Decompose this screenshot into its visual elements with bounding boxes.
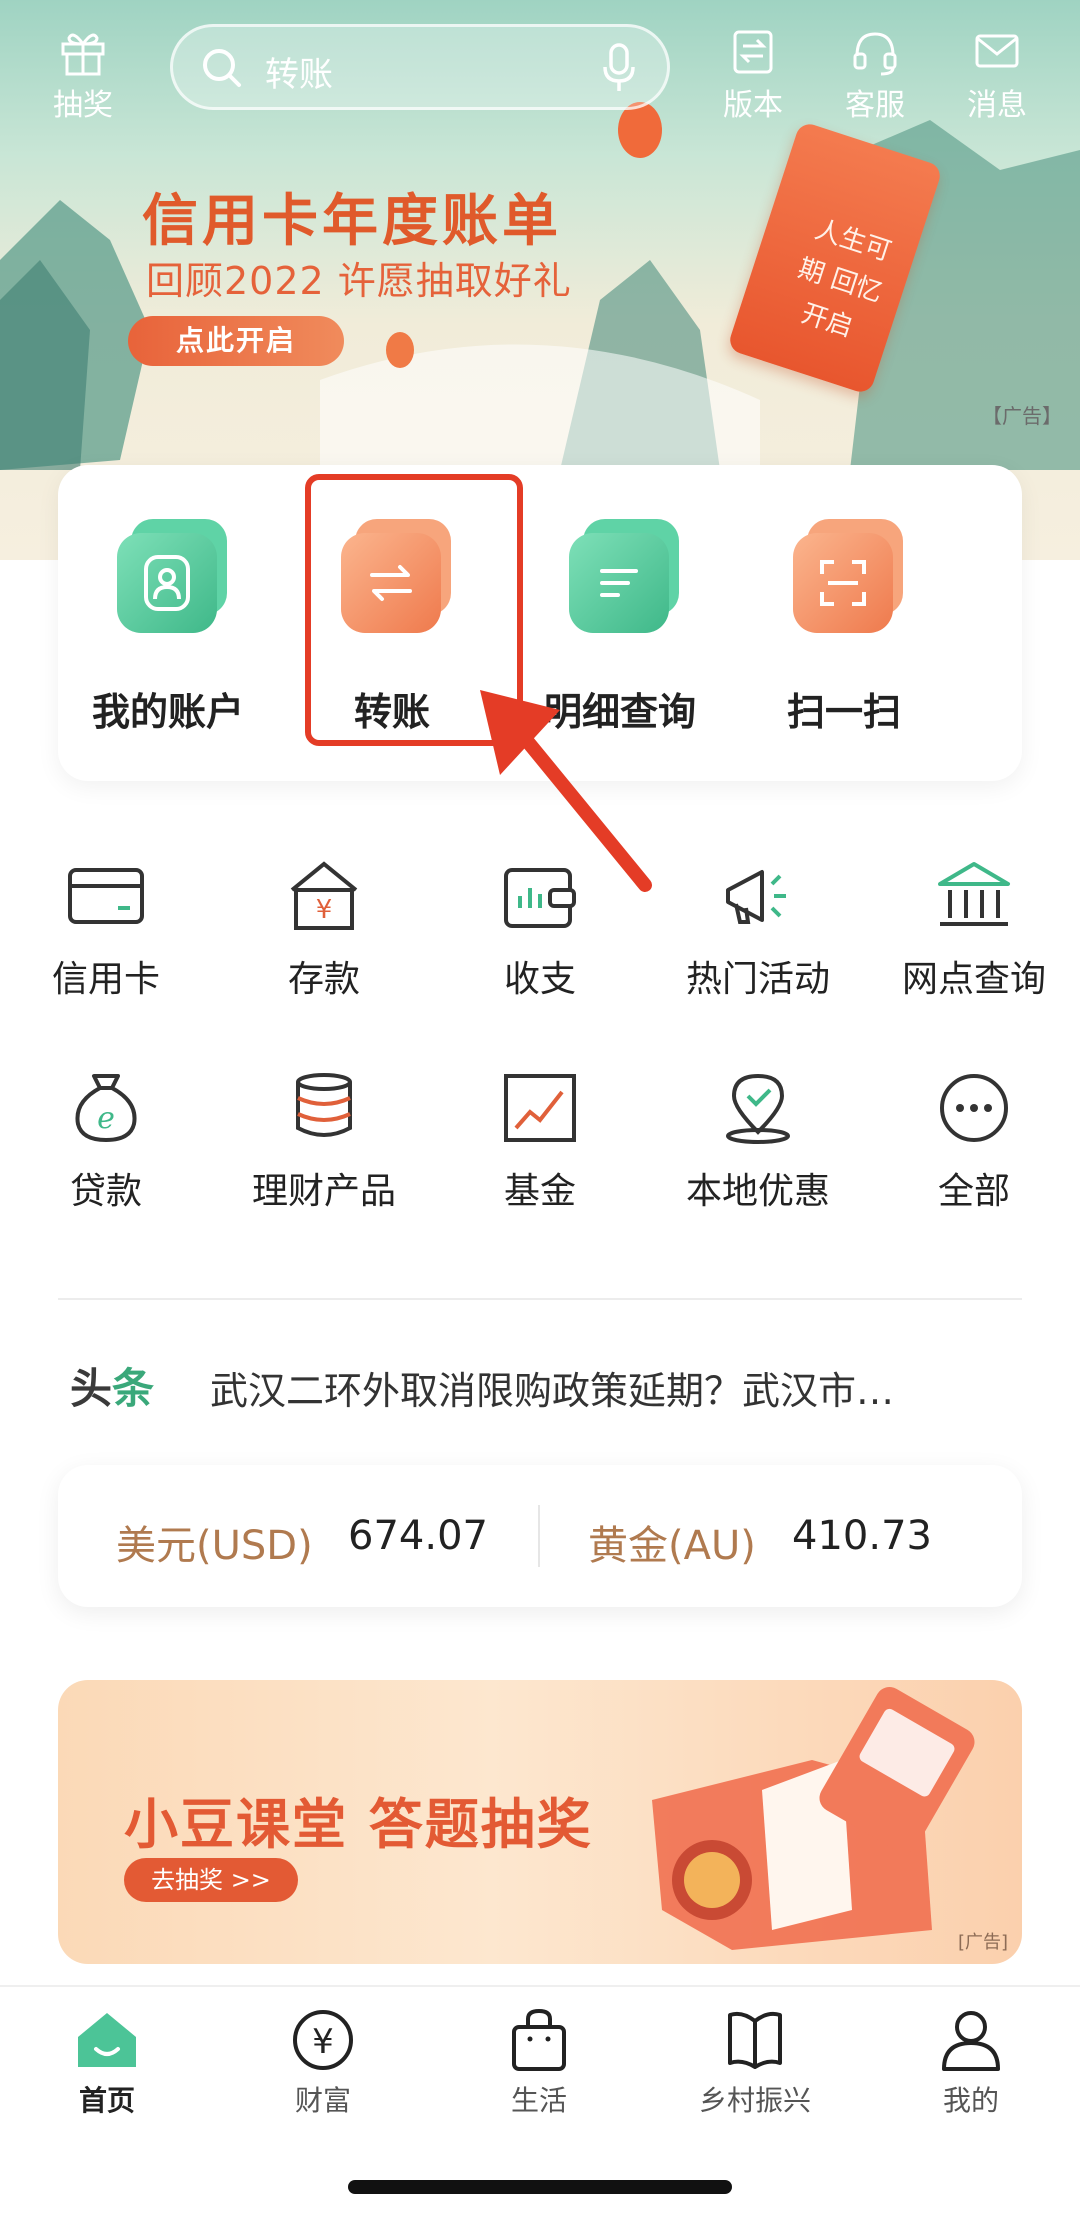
quick-item-scan[interactable]: 扫一扫: [744, 513, 944, 736]
book-icon: [728, 2011, 782, 2069]
banner-title: 信用卡年度账单: [142, 189, 562, 254]
quiz-banner-ad-tag: [广告]: [957, 1932, 1008, 1953]
exchange-rate-card[interactable]: 美元(USD) 674.07 黄金(AU) 410.73: [58, 1465, 1022, 1607]
quick-label-my-account: 我的账户: [91, 690, 244, 734]
service-credit-card[interactable]: 信用卡: [6, 860, 206, 1002]
headline-news-link[interactable]: 武汉二环外取消限购政策延期？武汉市…: [210, 1360, 894, 1415]
bank-icon: [938, 862, 1010, 926]
nav-item-rural-revitalization[interactable]: 乡村振兴: [665, 2009, 845, 2119]
gold-value: 410.73: [792, 1513, 932, 1559]
deposit-icon: ¥: [290, 861, 358, 930]
version-label: 版本: [723, 88, 783, 123]
service-label: 网点查询: [901, 959, 1046, 1000]
banner-subtitle: 回顾2022 许愿抽取好礼: [146, 259, 572, 303]
megaphone-icon: [726, 870, 786, 924]
lottery-button[interactable]: 抽奖: [38, 26, 128, 124]
quiz-lottery-banner[interactable]: 小豆课堂 答题抽奖 去抽奖 >> [广告]: [58, 1680, 1022, 1964]
service-label: 贷款: [69, 1171, 142, 1212]
service-income-expense[interactable]: 收支: [440, 860, 640, 1002]
service-local-offers[interactable]: 本地优惠: [658, 1072, 858, 1214]
nav-label-life: 生活: [510, 2084, 567, 2117]
headline-tag: 头条: [70, 1355, 154, 1416]
quick-item-my-account[interactable]: 我的账户: [68, 513, 268, 736]
search-icon: [203, 49, 241, 87]
service-deposit[interactable]: ¥ 存款: [224, 860, 424, 1002]
more-icon: [940, 1074, 1008, 1142]
quiz-banner-title: 小豆课堂 答题抽奖: [124, 1793, 593, 1856]
nav-item-home[interactable]: 首页: [17, 2009, 197, 2119]
service-label: 收支: [503, 959, 576, 1000]
list-icon: [555, 513, 685, 643]
go-lottery-button[interactable]: 去抽奖 >>: [124, 1858, 298, 1902]
location-icon: [726, 1073, 790, 1144]
banner-open-button[interactable]: 点此开启: [128, 316, 344, 366]
section-divider: [58, 1298, 1022, 1300]
message-button[interactable]: 消息: [952, 26, 1042, 124]
service-label: 全部: [937, 1171, 1010, 1212]
service-label: 存款: [287, 959, 360, 1000]
service-label: 本地优惠: [685, 1171, 830, 1212]
nav-item-wealth[interactable]: ¥ 财富: [233, 2009, 413, 2119]
service-label: 热门活动: [685, 959, 830, 1000]
top-bar: 抽奖 转账 版本 客服 消息: [0, 18, 1080, 128]
yen-icon: ¥: [293, 2010, 353, 2070]
service-all[interactable]: 全部: [874, 1072, 1074, 1214]
service-label: 基金: [503, 1171, 576, 1212]
home-indicator[interactable]: [348, 2180, 732, 2194]
credit-card-icon: [68, 868, 144, 924]
shopping-bag-icon: [512, 2009, 566, 2071]
service-wealth-products[interactable]: 理财产品: [224, 1072, 424, 1214]
svg-text:e: e: [97, 1101, 115, 1136]
search-bar[interactable]: 转账: [170, 24, 670, 110]
nav-label-wealth: 财富: [294, 2084, 351, 2117]
nav-item-mine[interactable]: 我的: [881, 2009, 1061, 2119]
rate-divider: [538, 1505, 540, 1567]
fund-chart-icon: [504, 1074, 576, 1142]
service-label: 信用卡: [51, 959, 160, 1000]
gift-icon: [61, 33, 105, 76]
lottery-label: 抽奖: [53, 88, 113, 123]
customer-service-button[interactable]: 客服: [830, 26, 920, 124]
headset-icon: [853, 32, 897, 76]
microphone-icon[interactable]: [599, 41, 639, 95]
coin-stack-icon: [296, 1073, 352, 1137]
wallet-icon: [504, 868, 576, 928]
user-icon: [103, 513, 233, 643]
service-branch-query[interactable]: 网点查询: [874, 860, 1074, 1002]
nav-label-home: 首页: [78, 2084, 135, 2117]
service-fund[interactable]: 基金: [440, 1072, 640, 1214]
nav-label-rural: 乡村振兴: [698, 2084, 811, 2117]
mail-icon: [975, 34, 1019, 68]
home-icon: [78, 2013, 136, 2067]
banner-ad-tag: 【广告】: [982, 404, 1062, 428]
service-label: 客服: [845, 88, 905, 123]
service-label: 理财产品: [251, 1171, 396, 1212]
version-button[interactable]: 版本: [708, 26, 798, 124]
usd-value: 674.07: [348, 1513, 488, 1559]
version-icon: [733, 30, 773, 74]
message-label: 消息: [967, 88, 1027, 123]
person-icon: [942, 2011, 1000, 2071]
service-loan[interactable]: e 贷款: [6, 1072, 206, 1214]
scan-icon: [779, 513, 909, 643]
nav-label-mine: 我的: [942, 2084, 999, 2117]
svg-text:¥: ¥: [312, 2022, 334, 2062]
quick-label-scan: 扫一扫: [786, 690, 901, 734]
quiz-illustration: [652, 1687, 975, 1950]
loan-bag-icon: e: [75, 1074, 137, 1143]
svg-text:¥: ¥: [316, 895, 333, 925]
headline-tag-part1: 头: [70, 1364, 113, 1413]
search-placeholder: 转账: [265, 55, 333, 95]
headline-tag-part2: 条: [112, 1364, 155, 1413]
gold-label: 黄金(AU): [588, 1523, 756, 1569]
service-hot-activities[interactable]: 热门活动: [658, 860, 858, 1002]
nav-item-life[interactable]: 生活: [449, 2009, 629, 2119]
usd-label: 美元(USD): [116, 1523, 313, 1569]
